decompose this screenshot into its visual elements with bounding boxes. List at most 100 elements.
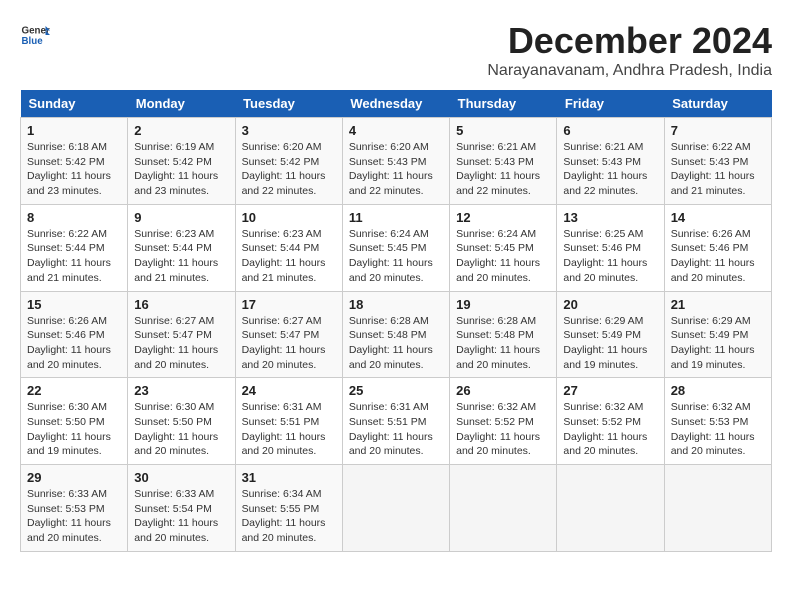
day-number: 31 bbox=[242, 470, 336, 485]
page-title: December 2024 bbox=[487, 20, 772, 62]
column-header-friday: Friday bbox=[557, 90, 664, 118]
day-info: Sunrise: 6:32 AMSunset: 5:52 PMDaylight:… bbox=[456, 400, 550, 459]
day-number: 1 bbox=[27, 123, 121, 138]
calendar-cell: 12 Sunrise: 6:24 AMSunset: 5:45 PMDayligh… bbox=[450, 204, 557, 291]
day-number: 15 bbox=[27, 297, 121, 312]
calendar-cell: 15 Sunrise: 6:26 AMSunset: 5:46 PMDayligh… bbox=[21, 291, 128, 378]
day-info: Sunrise: 6:31 AMSunset: 5:51 PMDaylight:… bbox=[349, 400, 443, 459]
calendar-cell: 4 Sunrise: 6:20 AMSunset: 5:43 PMDaylight… bbox=[342, 118, 449, 205]
calendar-cell: 14 Sunrise: 6:26 AMSunset: 5:46 PMDayligh… bbox=[664, 204, 771, 291]
day-info: Sunrise: 6:31 AMSunset: 5:51 PMDaylight:… bbox=[242, 400, 336, 459]
calendar-table: SundayMondayTuesdayWednesdayThursdayFrid… bbox=[20, 90, 772, 552]
calendar-cell: 11Sunrise: 6:24 AMSunset: 5:45 PMDayligh… bbox=[342, 204, 449, 291]
day-number: 2 bbox=[134, 123, 228, 138]
calendar-cell: 30 Sunrise: 6:33 AMSunset: 5:54 PMDayligh… bbox=[128, 465, 235, 552]
calendar-header-row: SundayMondayTuesdayWednesdayThursdayFrid… bbox=[21, 90, 772, 118]
day-number: 26 bbox=[456, 383, 550, 398]
day-number: 14 bbox=[671, 210, 765, 225]
calendar-cell: 27Sunrise: 6:32 AMSunset: 5:52 PMDayligh… bbox=[557, 378, 664, 465]
day-number: 19 bbox=[456, 297, 550, 312]
day-number: 25 bbox=[349, 383, 443, 398]
day-number: 23 bbox=[134, 383, 228, 398]
calendar-cell: 17 Sunrise: 6:27 AMSunset: 5:47 PMDayligh… bbox=[235, 291, 342, 378]
day-number: 3 bbox=[242, 123, 336, 138]
day-info: Sunrise: 6:30 AMSunset: 5:50 PMDaylight:… bbox=[134, 400, 228, 459]
calendar-cell: 13Sunrise: 6:25 AMSunset: 5:46 PMDayligh… bbox=[557, 204, 664, 291]
day-number: 5 bbox=[456, 123, 550, 138]
day-info: Sunrise: 6:24 AMSunset: 5:45 PMDaylight:… bbox=[456, 227, 550, 286]
day-info: Sunrise: 6:29 AMSunset: 5:49 PMDaylight:… bbox=[563, 314, 657, 373]
calendar-cell: 9 Sunrise: 6:23 AMSunset: 5:44 PMDaylight… bbox=[128, 204, 235, 291]
calendar-cell: 18 Sunrise: 6:28 AMSunset: 5:48 PMDayligh… bbox=[342, 291, 449, 378]
column-header-saturday: Saturday bbox=[664, 90, 771, 118]
week-row-5: 29Sunrise: 6:33 AMSunset: 5:53 PMDayligh… bbox=[21, 465, 772, 552]
calendar-cell: 2 Sunrise: 6:19 AMSunset: 5:42 PMDaylight… bbox=[128, 118, 235, 205]
calendar-cell: 28Sunrise: 6:32 AMSunset: 5:53 PMDayligh… bbox=[664, 378, 771, 465]
day-number: 20 bbox=[563, 297, 657, 312]
column-header-sunday: Sunday bbox=[21, 90, 128, 118]
day-info: Sunrise: 6:21 AMSunset: 5:43 PMDaylight:… bbox=[456, 140, 550, 199]
day-info: Sunrise: 6:30 AMSunset: 5:50 PMDaylight:… bbox=[27, 400, 121, 459]
day-number: 22 bbox=[27, 383, 121, 398]
column-header-thursday: Thursday bbox=[450, 90, 557, 118]
day-number: 29 bbox=[27, 470, 121, 485]
calendar-cell: 24 Sunrise: 6:31 AMSunset: 5:51 PMDayligh… bbox=[235, 378, 342, 465]
calendar-cell: 5 Sunrise: 6:21 AMSunset: 5:43 PMDaylight… bbox=[450, 118, 557, 205]
day-number: 10 bbox=[242, 210, 336, 225]
calendar-cell: 22 Sunrise: 6:30 AMSunset: 5:50 PMDayligh… bbox=[21, 378, 128, 465]
day-number: 24 bbox=[242, 383, 336, 398]
day-number: 30 bbox=[134, 470, 228, 485]
calendar-cell bbox=[342, 465, 449, 552]
day-info: Sunrise: 6:26 AMSunset: 5:46 PMDaylight:… bbox=[671, 227, 765, 286]
calendar-cell: 7 Sunrise: 6:22 AMSunset: 5:43 PMDaylight… bbox=[664, 118, 771, 205]
calendar-cell: 1Sunrise: 6:18 AMSunset: 5:42 PMDaylight… bbox=[21, 118, 128, 205]
day-info: Sunrise: 6:19 AMSunset: 5:42 PMDaylight:… bbox=[134, 140, 228, 199]
day-info: Sunrise: 6:21 AMSunset: 5:43 PMDaylight:… bbox=[563, 140, 657, 199]
page-subtitle: Narayanavanam, Andhra Pradesh, India bbox=[487, 62, 772, 80]
week-row-4: 22 Sunrise: 6:30 AMSunset: 5:50 PMDayligh… bbox=[21, 378, 772, 465]
calendar-cell: 16Sunrise: 6:27 AMSunset: 5:47 PMDayligh… bbox=[128, 291, 235, 378]
calendar-cell: 10Sunrise: 6:23 AMSunset: 5:44 PMDayligh… bbox=[235, 204, 342, 291]
day-info: Sunrise: 6:27 AMSunset: 5:47 PMDaylight:… bbox=[242, 314, 336, 373]
calendar-cell: 25 Sunrise: 6:31 AMSunset: 5:51 PMDayligh… bbox=[342, 378, 449, 465]
day-number: 4 bbox=[349, 123, 443, 138]
day-info: Sunrise: 6:28 AMSunset: 5:48 PMDaylight:… bbox=[349, 314, 443, 373]
calendar-cell: 29Sunrise: 6:33 AMSunset: 5:53 PMDayligh… bbox=[21, 465, 128, 552]
calendar-cell: 19 Sunrise: 6:28 AMSunset: 5:48 PMDayligh… bbox=[450, 291, 557, 378]
calendar-cell: 31 Sunrise: 6:34 AMSunset: 5:55 PMDayligh… bbox=[235, 465, 342, 552]
calendar-cell bbox=[664, 465, 771, 552]
day-info: Sunrise: 6:34 AMSunset: 5:55 PMDaylight:… bbox=[242, 487, 336, 546]
day-number: 7 bbox=[671, 123, 765, 138]
day-number: 21 bbox=[671, 297, 765, 312]
title-block: December 2024 Narayanavanam, Andhra Prad… bbox=[487, 20, 772, 80]
day-number: 6 bbox=[563, 123, 657, 138]
day-number: 27 bbox=[563, 383, 657, 398]
day-info: Sunrise: 6:23 AMSunset: 5:44 PMDaylight:… bbox=[134, 227, 228, 286]
column-header-wednesday: Wednesday bbox=[342, 90, 449, 118]
column-header-tuesday: Tuesday bbox=[235, 90, 342, 118]
day-number: 12 bbox=[456, 210, 550, 225]
calendar-cell: 6 Sunrise: 6:21 AMSunset: 5:43 PMDaylight… bbox=[557, 118, 664, 205]
day-info: Sunrise: 6:28 AMSunset: 5:48 PMDaylight:… bbox=[456, 314, 550, 373]
day-number: 18 bbox=[349, 297, 443, 312]
calendar-cell bbox=[450, 465, 557, 552]
calendar-cell: 23 Sunrise: 6:30 AMSunset: 5:50 PMDayligh… bbox=[128, 378, 235, 465]
day-number: 8 bbox=[27, 210, 121, 225]
day-info: Sunrise: 6:20 AMSunset: 5:43 PMDaylight:… bbox=[349, 140, 443, 199]
logo: General Blue bbox=[20, 20, 50, 50]
day-number: 13 bbox=[563, 210, 657, 225]
day-info: Sunrise: 6:22 AMSunset: 5:44 PMDaylight:… bbox=[27, 227, 121, 286]
day-info: Sunrise: 6:24 AMSunset: 5:45 PMDaylight:… bbox=[349, 227, 443, 286]
svg-text:Blue: Blue bbox=[22, 36, 44, 47]
day-info: Sunrise: 6:27 AMSunset: 5:47 PMDaylight:… bbox=[134, 314, 228, 373]
calendar-cell: 8 Sunrise: 6:22 AMSunset: 5:44 PMDaylight… bbox=[21, 204, 128, 291]
day-number: 17 bbox=[242, 297, 336, 312]
day-info: Sunrise: 6:26 AMSunset: 5:46 PMDaylight:… bbox=[27, 314, 121, 373]
day-info: Sunrise: 6:32 AMSunset: 5:53 PMDaylight:… bbox=[671, 400, 765, 459]
day-info: Sunrise: 6:22 AMSunset: 5:43 PMDaylight:… bbox=[671, 140, 765, 199]
day-number: 9 bbox=[134, 210, 228, 225]
page-header: General Blue December 2024 Narayanavanam… bbox=[20, 20, 772, 80]
week-row-1: 1Sunrise: 6:18 AMSunset: 5:42 PMDaylight… bbox=[21, 118, 772, 205]
day-info: Sunrise: 6:33 AMSunset: 5:54 PMDaylight:… bbox=[134, 487, 228, 546]
week-row-2: 8 Sunrise: 6:22 AMSunset: 5:44 PMDaylight… bbox=[21, 204, 772, 291]
